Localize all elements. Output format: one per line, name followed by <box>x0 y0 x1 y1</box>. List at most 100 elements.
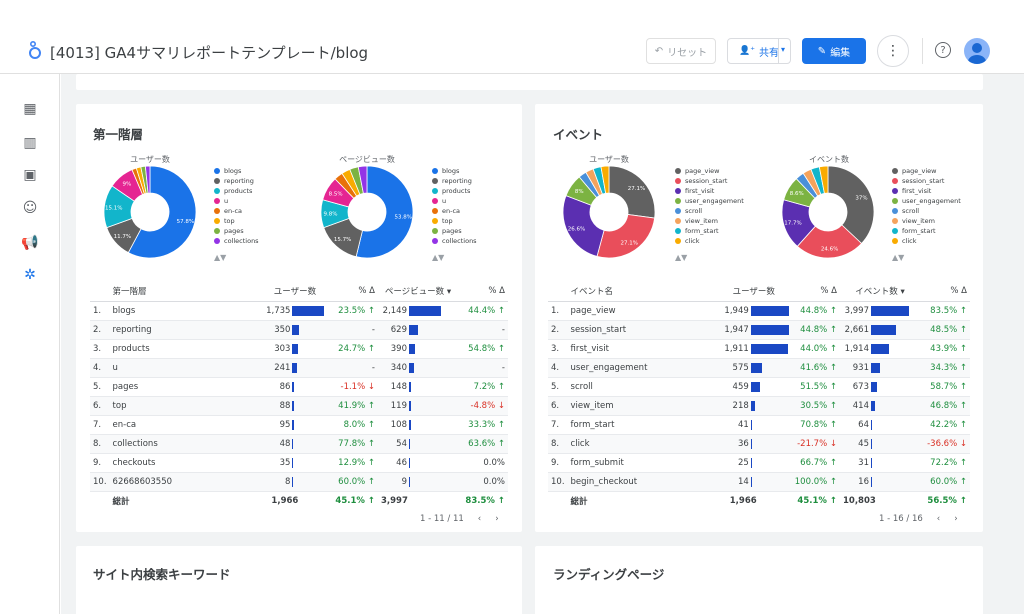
donut-slice[interactable] <box>608 165 656 219</box>
legend-item[interactable]: session_start <box>892 176 961 186</box>
legend-item[interactable]: user_engagement <box>892 196 961 206</box>
donut-slice[interactable] <box>596 214 656 259</box>
donut-users-chart[interactable]: 57.8% 11.7% 15.1% 9% <box>102 164 198 260</box>
legend-nav-icon[interactable]: ▲▼ <box>432 253 444 262</box>
column-header[interactable]: % Δ <box>920 282 970 302</box>
table-row[interactable]: 3. first_visit 1,911 44.0% ↑ 1,914 43.9% ↑ <box>548 339 970 359</box>
column-header[interactable]: % Δ <box>791 282 840 302</box>
legend-item[interactable]: reporting <box>432 176 477 186</box>
legend-item[interactable]: session_start <box>675 176 744 186</box>
prev-page-icon[interactable]: ‹ <box>937 514 940 524</box>
legend-nav-icon[interactable]: ▲▼ <box>892 253 904 262</box>
column-header[interactable] <box>548 282 568 302</box>
legend-item[interactable]: blogs <box>432 166 477 176</box>
legend-nav-icon[interactable]: ▲▼ <box>675 253 687 262</box>
legend-item[interactable]: page_view <box>892 166 961 176</box>
next-page-icon[interactable]: › <box>495 514 498 524</box>
column-header[interactable]: % Δ <box>458 282 508 302</box>
column-header[interactable]: ユーザー数 <box>715 282 792 302</box>
calendar-icon[interactable]: ▣ <box>21 166 39 184</box>
prev-page-icon[interactable]: ‹ <box>478 514 481 524</box>
legend-item[interactable]: first_visit <box>675 186 744 196</box>
table-row[interactable]: 10. begin_checkout 14 100.0% ↑ 16 60.0% ↑ <box>548 472 970 492</box>
legend-item[interactable]: products <box>214 186 259 196</box>
hub-icon[interactable]: ✲ <box>21 266 39 284</box>
table-row[interactable]: 8. click 36 -21.7% ↓ 45 -36.6% ↓ <box>548 434 970 454</box>
column-header[interactable]: ユーザー数 <box>257 282 333 302</box>
campaign-icon[interactable]: 📢 <box>21 234 39 252</box>
legend-item[interactable]: blogs <box>214 166 259 176</box>
next-page-icon[interactable]: › <box>954 514 957 524</box>
donut-slice-label: 8% <box>575 189 584 195</box>
table-row[interactable]: 1. page_view 1,949 44.8% ↑ 3,997 83.5% ↑ <box>548 301 970 321</box>
legend-item[interactable]: form_start <box>675 226 744 236</box>
table-row[interactable]: 5. pages 86 -1.1% ↓ 148 7.2% ↑ <box>90 377 508 397</box>
events-card: イベント ユーザー数 27.1% 27.1% 26.6% 8% page_view se… <box>535 104 983 532</box>
legend-item[interactable]: u <box>214 196 259 206</box>
legend-item[interactable]: u <box>432 196 477 206</box>
more-vert-icon[interactable]: ⋮ <box>877 35 909 67</box>
legend-item[interactable]: scroll <box>675 206 744 216</box>
edit-button[interactable]: ✎ 編集 <box>802 38 866 64</box>
donut-events-chart[interactable]: 37% 24.6% 17.7% 8.6% <box>780 164 876 260</box>
legend-item[interactable]: top <box>214 216 259 226</box>
column-header[interactable]: イベント名 <box>567 282 716 302</box>
legend-item[interactable]: click <box>675 236 744 246</box>
column-header[interactable]: ページビュー数 ▾ <box>378 282 458 302</box>
table-row[interactable]: 4. u 241-340- <box>90 358 508 378</box>
table-row[interactable]: 6. top 88 41.9% ↑ 119 -4.8% ↓ <box>90 396 508 416</box>
share-button[interactable]: 👤⁺ 共有 ▾ <box>727 38 791 64</box>
table-cell: 36 <box>715 434 792 454</box>
value-bar <box>871 419 872 430</box>
table-row[interactable]: 1. blogs 1,735 23.5% ↑ 2,149 44.4% ↑ <box>90 301 508 321</box>
table-row[interactable]: 4. user_engagement 575 41.6% ↑ 931 34.3% ↑ <box>548 358 970 378</box>
column-header[interactable] <box>90 282 110 302</box>
legend-item[interactable]: pages <box>214 226 259 236</box>
share-dropdown-icon[interactable]: ▾ <box>781 45 785 54</box>
reset-button[interactable]: ↶ リセット <box>646 38 716 64</box>
value-bar <box>292 457 294 468</box>
legend-item[interactable]: en-ca <box>432 206 477 216</box>
legend-item[interactable]: view_item <box>892 216 961 226</box>
column-header[interactable]: 第一階層 <box>109 282 258 302</box>
table-row[interactable]: 5. scroll 459 51.5% ↑ 673 58.7% ↑ <box>548 377 970 397</box>
donut-pageviews-chart[interactable]: 53.8% 15.7% 9.8% 8.5% <box>319 164 415 260</box>
legend-item[interactable]: reporting <box>214 176 259 186</box>
value-bar <box>871 457 872 468</box>
legend-item[interactable]: en-ca <box>214 206 259 216</box>
table-row[interactable]: 2. session_start 1,947 44.8% ↑ 2,661 48.5% ↑ <box>548 320 970 340</box>
table-row[interactable]: 6. view_item 218 30.5% ↑ 414 46.8% ↑ <box>548 396 970 416</box>
value-bar <box>871 438 872 449</box>
help-icon[interactable]: ? <box>935 42 951 58</box>
total-cell <box>90 491 110 510</box>
legend-item[interactable]: scroll <box>892 206 961 216</box>
table-row[interactable]: 7. form_start 41 70.8% ↑ 64 42.2% ↑ <box>548 415 970 435</box>
value-bar <box>292 476 294 487</box>
table-row[interactable]: 9. form_submit 25 66.7% ↑ 31 72.2% ↑ <box>548 453 970 473</box>
legend-item[interactable]: user_engagement <box>675 196 744 206</box>
table-row[interactable]: 3. products 303 24.7% ↑ 390 54.8% ↑ <box>90 339 508 359</box>
legend-item[interactable]: view_item <box>675 216 744 226</box>
avatar[interactable] <box>964 38 990 64</box>
table-row[interactable]: 8. collections 48 77.8% ↑ 54 63.6% ↑ <box>90 434 508 454</box>
legend-item[interactable]: products <box>432 186 477 196</box>
column-header[interactable]: イベント数 ▾ <box>840 282 920 302</box>
legend-item[interactable]: pages <box>432 226 477 236</box>
table-row[interactable]: 10. 62668603550 8 60.0% ↑ 9 0.0% <box>90 472 508 492</box>
bar-chart-icon[interactable]: ▥ <box>21 134 39 152</box>
legend-nav-icon[interactable]: ▲▼ <box>214 253 226 262</box>
legend-item[interactable]: form_start <box>892 226 961 236</box>
table-row[interactable]: 9. checkouts 35 12.9% ↑ 46 0.0% <box>90 453 508 473</box>
legend-item[interactable]: page_view <box>675 166 744 176</box>
legend-item[interactable]: first_visit <box>892 186 961 196</box>
legend-item[interactable]: click <box>892 236 961 246</box>
table-row[interactable]: 7. en-ca 95 8.0% ↑ 108 33.3% ↑ <box>90 415 508 435</box>
face-icon[interactable]: ☺ <box>21 199 39 217</box>
legend-item[interactable]: collections <box>432 236 477 246</box>
table-row[interactable]: 2. reporting 350-629- <box>90 320 508 340</box>
donut-event-users-chart[interactable]: 27.1% 27.1% 26.6% 8% <box>561 164 657 260</box>
legend-item[interactable]: top <box>432 216 477 226</box>
dashboard-icon[interactable]: ▦ <box>21 100 39 118</box>
column-header[interactable]: % Δ <box>332 282 378 302</box>
legend-item[interactable]: collections <box>214 236 259 246</box>
